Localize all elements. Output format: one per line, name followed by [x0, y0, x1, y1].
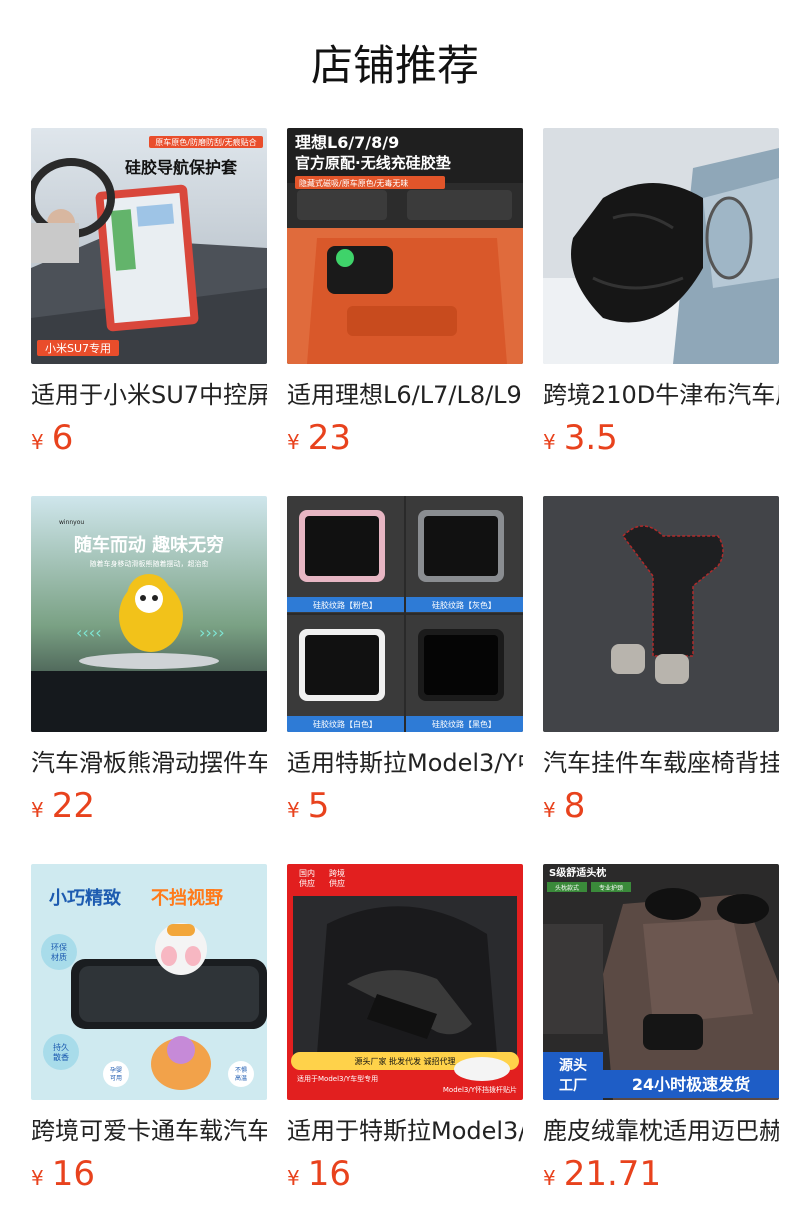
svg-text:硅胶纹路【粉色】: 硅胶纹路【粉色】 — [313, 600, 377, 610]
svg-text:不惧: 不惧 — [235, 1066, 247, 1074]
svg-text:环保: 环保 — [51, 942, 67, 952]
currency-symbol: ¥ — [31, 1166, 44, 1190]
svg-text:硅胶纹路【灰色】: 硅胶纹路【灰色】 — [432, 600, 496, 610]
svg-text:硅胶导航保护套: 硅胶导航保护套 — [125, 158, 238, 177]
svg-text:材质: 材质 — [51, 952, 67, 962]
svg-text:硅胶纹路【白色】: 硅胶纹路【白色】 — [313, 719, 377, 729]
product-image[interactable]: 理想L6/7/8/9 官方原配·无线充硅胶垫 隐藏式磁吸/原车原色/无毒无味 — [287, 128, 523, 364]
svg-text:工厂: 工厂 — [559, 1078, 587, 1094]
product-card[interactable]: S级舒适头枕 头枕款式 专业护颈 源头 工厂 24小时极速发货 鹿皮绒靠枕适用迈… — [543, 864, 779, 1194]
product-name[interactable]: 适用特斯拉Model3/Y中控屏硅胶保护套 — [287, 746, 523, 780]
currency-symbol: ¥ — [287, 798, 300, 822]
svg-text:头枕款式: 头枕款式 — [555, 884, 579, 892]
svg-text:专业护颈: 专业护颈 — [599, 884, 623, 892]
svg-text:官方原配·无线充硅胶垫: 官方原配·无线充硅胶垫 — [295, 154, 451, 172]
price-value: 22 — [51, 786, 95, 826]
svg-text:不挡视野: 不挡视野 — [151, 887, 223, 909]
product-name[interactable]: 适用理想L6/L7/L8/L9官方原配无线充硅胶垫 — [287, 378, 523, 412]
svg-text:Model3/Y怀挡拨杆贴片: Model3/Y怀挡拨杆贴片 — [443, 1085, 517, 1094]
product-card[interactable]: 源头厂家 批发代发 诚招代理 适用于Model3/Y车型专用 Model3/Y怀… — [287, 864, 523, 1194]
product-price: ¥3.5 — [543, 418, 779, 458]
product-price: ¥8 — [543, 786, 779, 826]
svg-text:‹‹‹‹: ‹‹‹‹ — [76, 623, 102, 642]
price-value: 8 — [563, 786, 586, 826]
price-value: 5 — [307, 786, 330, 826]
product-price: ¥23 — [287, 418, 523, 458]
svg-text:适用于Model3/Y车型专用: 适用于Model3/Y车型专用 — [297, 1074, 378, 1083]
product-image[interactable]: winnyou 随车而动 趣味无穷 随着车身移动滑板熊随着摆动，超治愈 ‹‹‹‹… — [31, 496, 267, 732]
currency-symbol: ¥ — [31, 430, 44, 454]
svg-text:小米SU7专用: 小米SU7专用 — [45, 341, 111, 355]
product-card[interactable]: 硅胶纹路【粉色】 硅胶纹路【灰色】 硅胶纹路【白色】 硅胶纹路【黑色】 适用特斯… — [287, 496, 523, 826]
product-name[interactable]: 跨境可爱卡通车载汽车香薰摆件 — [31, 1114, 267, 1148]
svg-text:小巧精致: 小巧精致 — [49, 887, 122, 909]
svg-text:原车原色/防磨防刮/无痕贴合: 原车原色/防磨防刮/无痕贴合 — [155, 137, 256, 147]
product-image[interactable]: 硅胶纹路【粉色】 硅胶纹路【灰色】 硅胶纹路【白色】 硅胶纹路【黑色】 — [287, 496, 523, 732]
price-value: 16 — [51, 1154, 95, 1194]
currency-symbol: ¥ — [543, 1166, 556, 1190]
svg-text:供应: 供应 — [299, 878, 315, 888]
svg-text:24小时极速发货: 24小时极速发货 — [632, 1075, 750, 1094]
svg-text:随着车身移动滑板熊随着摆动，超治愈: 随着车身移动滑板熊随着摆动，超治愈 — [90, 559, 209, 568]
svg-text:供应: 供应 — [329, 878, 345, 888]
product-image[interactable]: 小巧精致 不挡视野 环保 材质 持久 散香 孕婴 可用 不惧 高温 — [31, 864, 267, 1100]
product-price: ¥16 — [287, 1154, 523, 1194]
svg-text:国内: 国内 — [299, 868, 315, 878]
svg-text:S级舒适头枕: S级舒适头枕 — [549, 866, 606, 879]
currency-symbol: ¥ — [287, 430, 300, 454]
product-name[interactable]: 汽车滑板熊滑动摆件车载装饰 — [31, 746, 267, 780]
product-name[interactable]: 鹿皮绒靠枕适用迈巴赫头枕腰靠 — [543, 1114, 779, 1148]
currency-symbol: ¥ — [287, 1166, 300, 1190]
product-name[interactable]: 适用于小米SU7中控屏硅胶导航保护套 — [31, 378, 267, 412]
product-name[interactable]: 汽车挂件车载座椅背挂钩 — [543, 746, 779, 780]
product-image[interactable]: S级舒适头枕 头枕款式 专业护颈 源头 工厂 24小时极速发货 — [543, 864, 779, 1100]
svg-text:跨境: 跨境 — [329, 868, 345, 878]
product-price: ¥16 — [31, 1154, 267, 1194]
svg-text:winnyou: winnyou — [59, 519, 84, 526]
svg-text:可用: 可用 — [110, 1075, 122, 1082]
product-price: ¥22 — [31, 786, 267, 826]
product-grid: 原车原色/防磨防刮/无痕贴合 硅胶导航保护套 小米SU7专用 适用于小米SU7中… — [0, 0, 790, 1232]
svg-text:源头: 源头 — [559, 1057, 587, 1074]
currency-symbol: ¥ — [543, 798, 556, 822]
product-card[interactable]: 跨境210D牛津布汽车后视镜罩 ¥3.5 — [543, 128, 779, 458]
product-name[interactable]: 适用于特斯拉Model3/Y怀挡拨杆贴片 — [287, 1114, 523, 1148]
svg-text:孕婴: 孕婴 — [110, 1067, 122, 1074]
svg-text:理想L6/7/8/9: 理想L6/7/8/9 — [295, 133, 399, 152]
product-image[interactable] — [543, 128, 779, 364]
svg-text:››››: ›››› — [199, 623, 225, 642]
svg-text:散香: 散香 — [53, 1052, 69, 1062]
svg-text:持久: 持久 — [53, 1042, 69, 1052]
price-value: 23 — [307, 418, 351, 458]
currency-symbol: ¥ — [543, 430, 556, 454]
product-price: ¥21.71 — [543, 1154, 779, 1194]
svg-text:源头厂家 批发代发 诚招代理: 源头厂家 批发代发 诚招代理 — [354, 1056, 455, 1066]
price-value: 6 — [51, 418, 74, 458]
product-price: ¥6 — [31, 418, 267, 458]
product-card[interactable]: 原车原色/防磨防刮/无痕贴合 硅胶导航保护套 小米SU7专用 适用于小米SU7中… — [31, 128, 267, 458]
product-image[interactable]: 源头厂家 批发代发 诚招代理 适用于Model3/Y车型专用 Model3/Y怀… — [287, 864, 523, 1100]
product-image[interactable]: 原车原色/防磨防刮/无痕贴合 硅胶导航保护套 小米SU7专用 — [31, 128, 267, 364]
product-card[interactable]: winnyou 随车而动 趣味无穷 随着车身移动滑板熊随着摆动，超治愈 ‹‹‹‹… — [31, 496, 267, 826]
svg-text:高温: 高温 — [235, 1074, 247, 1082]
product-price: ¥5 — [287, 786, 523, 826]
product-card[interactable]: 理想L6/7/8/9 官方原配·无线充硅胶垫 隐藏式磁吸/原车原色/无毒无味 适… — [287, 128, 523, 458]
price-value: 3.5 — [563, 418, 618, 458]
svg-text:硅胶纹路【黑色】: 硅胶纹路【黑色】 — [432, 719, 496, 729]
product-name[interactable]: 跨境210D牛津布汽车后视镜罩 — [543, 378, 779, 412]
product-card[interactable]: 小巧精致 不挡视野 环保 材质 持久 散香 孕婴 可用 不惧 高温 跨境可爱卡通… — [31, 864, 267, 1194]
svg-text:隐藏式磁吸/原车原色/无毒无味: 隐藏式磁吸/原车原色/无毒无味 — [299, 178, 408, 188]
price-value: 21.71 — [563, 1154, 662, 1194]
product-image[interactable] — [543, 496, 779, 732]
svg-text:随车而动 趣味无穷: 随车而动 趣味无穷 — [74, 534, 224, 556]
currency-symbol: ¥ — [31, 798, 44, 822]
price-value: 16 — [307, 1154, 351, 1194]
product-card[interactable]: 汽车挂件车载座椅背挂钩 ¥8 — [543, 496, 779, 826]
